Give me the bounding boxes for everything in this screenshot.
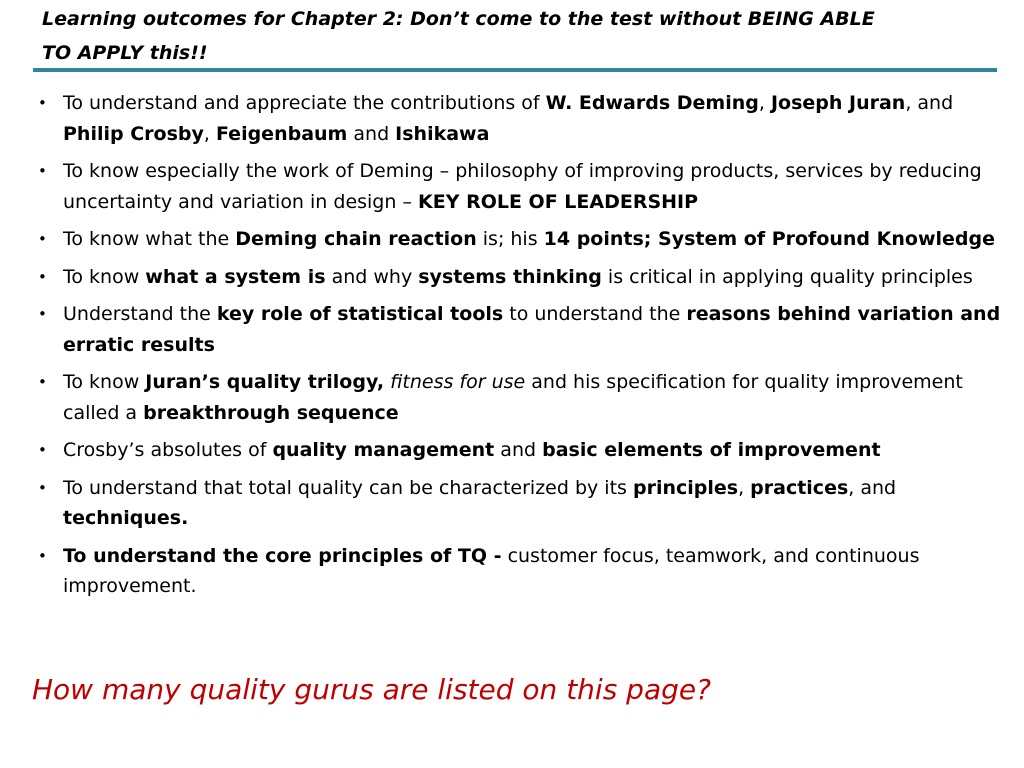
outcome-text-segment: To understand and appreciate the contrib… [63, 92, 546, 114]
page-title-line-1: Learning outcomes for Chapter 2: Don’t c… [42, 8, 875, 30]
outcome-text-segment: , and [905, 92, 954, 114]
outcome-text-segment: Crosby’s absolutes of [63, 439, 273, 461]
outcome-text-segment: is; his [476, 228, 544, 250]
outcome-item: • Crosby’s absolutes of quality managemen… [32, 435, 1007, 466]
outcome-text-segment: fitness for use [390, 371, 526, 393]
bullet-dot-icon: • [38, 546, 47, 565]
outcome-text-segment: techniques. [63, 507, 189, 529]
outcome-text: Understand the key role of statistical t… [63, 303, 1000, 356]
outcome-text-segment: To know [63, 265, 146, 288]
bullet-dot-icon: • [38, 162, 47, 180]
outcome-text-segment: , [758, 92, 771, 114]
question-text: How many quality gurus are listed on thi… [32, 673, 711, 706]
bullet-dot-icon: • [38, 373, 47, 391]
outcome-text-segment: , [738, 476, 751, 499]
outcome-text-segment: KEY ROLE OF LEADERSHIP [418, 190, 699, 213]
outcome-text-segment: Juran’s quality trilogy, [145, 371, 385, 393]
outcome-text-segment: Ishikawa [395, 122, 490, 145]
outcome-text-segment: To know [63, 371, 146, 393]
learning-outcomes-list: • To understand and appreciate the contri… [32, 88, 1007, 609]
outcome-item: • To understand and appreciate the contri… [32, 88, 1007, 149]
outcome-item: • To understand that total quality can be… [32, 473, 1007, 534]
outcome-text-segment: systems thinking [418, 265, 602, 288]
bullet-dot-icon: • [38, 441, 47, 459]
outcome-item: • To know Juran’s quality trilogy, fitnes… [32, 367, 1007, 428]
outcome-text-segment: W. Edwards Deming [545, 92, 759, 114]
outcome-text-segment: To understand the core principles of TQ … [63, 544, 502, 567]
outcome-text-segment: and [347, 122, 396, 145]
bullet-dot-icon: • [38, 305, 47, 323]
outcome-text-segment: practices [750, 476, 849, 499]
outcome-text-segment: , [203, 122, 216, 145]
bullet-dot-icon: • [38, 230, 47, 248]
outcome-text-segment: 14 points; System of Profound Knowledge [543, 228, 995, 250]
outcome-item: • To know what the Deming chain reaction … [32, 224, 1007, 255]
outcome-text: Crosby’s absolutes of quality management… [63, 439, 881, 461]
outcome-text: To understand the core principles of TQ … [63, 545, 920, 598]
outcome-text-segment: quality management [272, 439, 495, 461]
title-divider [33, 68, 997, 72]
outcome-text-segment: and why [325, 265, 419, 288]
outcome-text: To understand and appreciate the contrib… [63, 92, 953, 145]
outcome-text-segment: Understand the [63, 303, 217, 325]
outcome-text: To know especially the work of Deming – … [63, 160, 982, 213]
outcome-text-segment: what a system is [145, 265, 326, 288]
outcome-text-segment: principles [632, 476, 739, 499]
bullet-dot-icon: • [38, 478, 47, 497]
outcome-text-segment: Feigenbaum [215, 122, 348, 145]
outcome-text-segment: to understand the [503, 303, 687, 325]
outcome-text-segment: basic elements of improvement [542, 439, 881, 461]
outcome-item: • To know especially the work of Deming –… [32, 156, 1007, 217]
outcome-text-segment: and [494, 439, 543, 461]
outcome-text-segment: key role of statistical tools [216, 303, 504, 325]
outcome-item: • To understand the core principles of TQ… [32, 541, 1007, 602]
page-title-line-2: TO APPLY this!! [42, 42, 208, 64]
outcome-item: • To know what a system is and why system… [32, 262, 1007, 293]
page-title: Learning outcomes for Chapter 2: Don’t c… [42, 2, 982, 70]
bullet-dot-icon: • [38, 94, 47, 112]
outcome-text-segment: Philip Crosby [63, 122, 204, 145]
outcome-text-segment: is critical in applying quality principl… [601, 265, 973, 288]
outcome-text: To know Juran’s quality trilogy, fitness… [63, 371, 963, 424]
outcome-text: To understand that total quality can be … [63, 477, 896, 530]
outcome-text-segment: Deming chain reaction [235, 228, 477, 250]
outcome-item: • Understand the key role of statistical … [32, 299, 1007, 360]
outcome-text-segment: , and [848, 476, 897, 499]
outcome-text-segment: To know what the [63, 228, 236, 250]
bullet-dot-icon: • [38, 267, 47, 286]
outcome-text: To know what the Deming chain reaction i… [63, 228, 995, 250]
outcome-text-segment: Joseph Juran [770, 92, 906, 114]
outcome-text-segment: breakthrough sequence [143, 401, 399, 424]
outcome-text: To know what a system is and why systems… [63, 266, 973, 288]
outcome-text-segment: To understand that total quality can be … [63, 476, 633, 499]
